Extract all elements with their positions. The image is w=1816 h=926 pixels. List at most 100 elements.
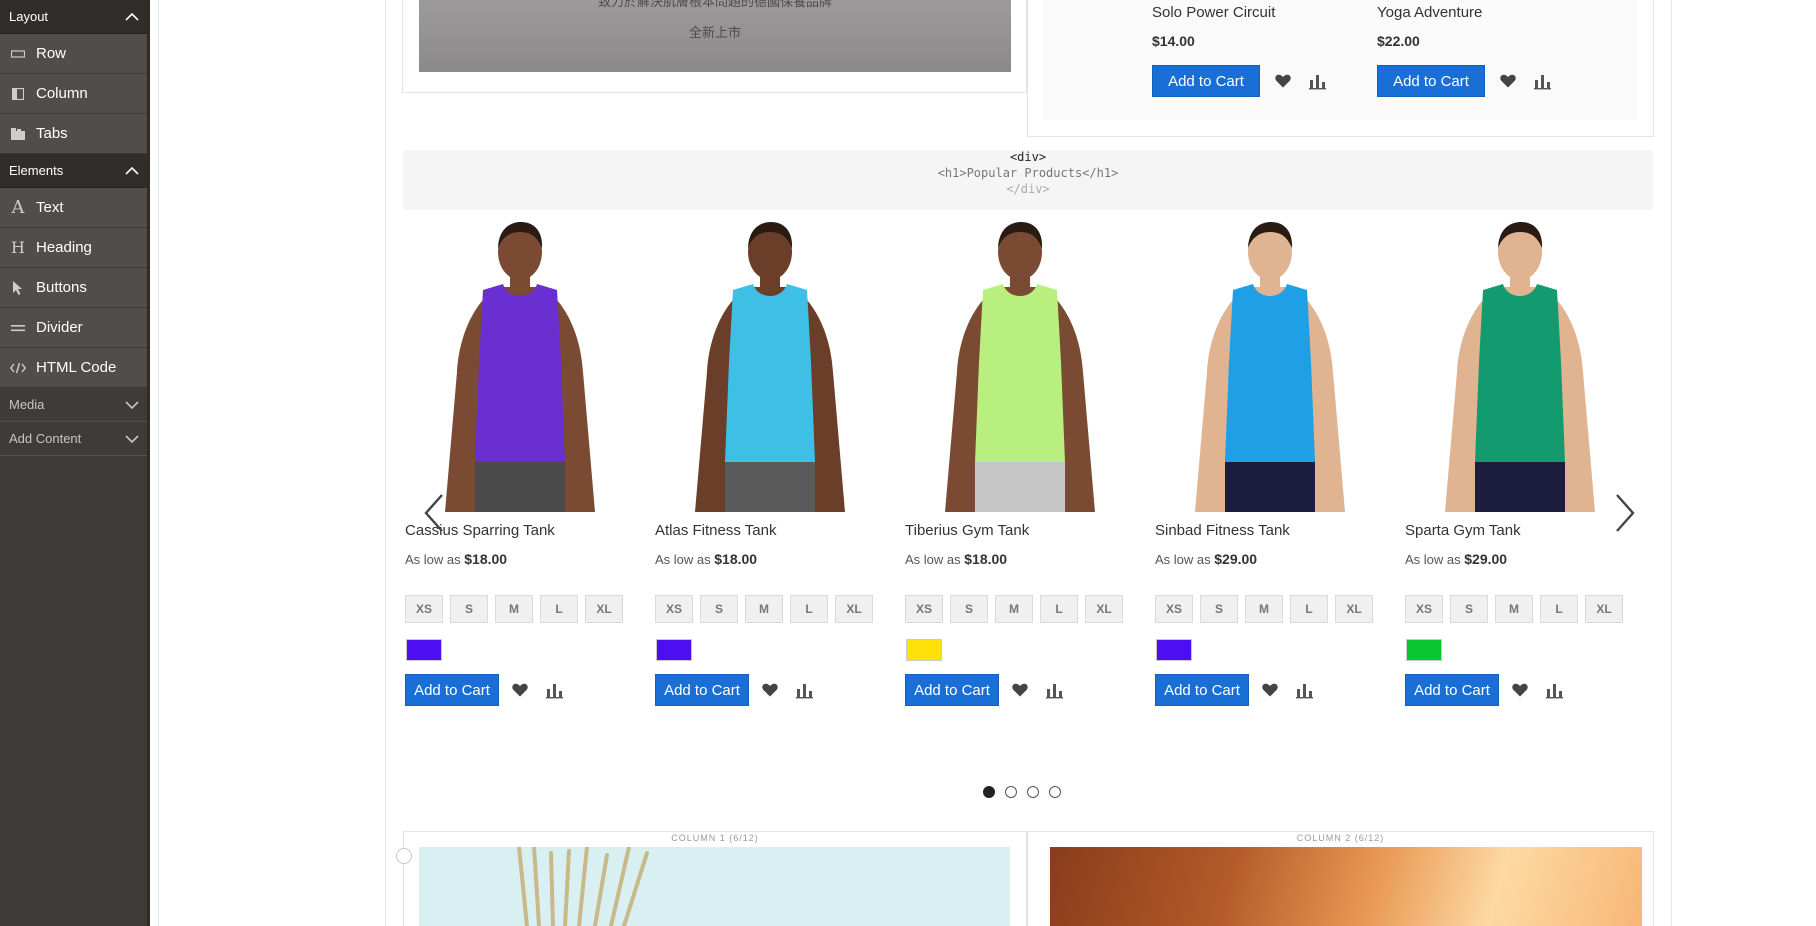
divider-icon: [0, 323, 36, 333]
size-option[interactable]: L: [540, 595, 578, 623]
sidebar-item-buttons[interactable]: Buttons: [0, 268, 150, 308]
column-icon: [0, 87, 36, 100]
product-name[interactable]: Solo Power Circuit: [1152, 4, 1275, 21]
stage-border-left: [158, 0, 159, 926]
size-option[interactable]: S: [450, 595, 488, 623]
carousel-next-arrow-icon[interactable]: [1611, 491, 1639, 535]
html-code-line: <div>: [1009, 150, 1047, 164]
compare-icon[interactable]: [1309, 72, 1327, 90]
section-header-media[interactable]: Media: [0, 388, 150, 422]
size-option[interactable]: S: [1200, 595, 1238, 623]
wishlist-heart-icon[interactable]: [1499, 72, 1517, 90]
html-code-block[interactable]: <div> <h1>Popular Products</h1> </div>: [403, 150, 1653, 210]
size-option[interactable]: S: [950, 595, 988, 623]
text-icon: A: [11, 196, 25, 218]
size-option[interactable]: L: [790, 595, 828, 623]
product-price: As low as $29.00: [1405, 551, 1507, 567]
size-option[interactable]: M: [995, 595, 1033, 623]
bamboo-sticks-image: [517, 847, 649, 926]
size-option[interactable]: M: [495, 595, 533, 623]
wishlist-heart-icon[interactable]: [1511, 681, 1529, 699]
wishlist-heart-icon[interactable]: [1011, 681, 1029, 699]
product-price: As low as $18.00: [905, 551, 1007, 567]
color-swatch[interactable]: [1156, 639, 1192, 661]
size-option[interactable]: XS: [405, 595, 443, 623]
carousel-dot[interactable]: [983, 786, 995, 798]
price-prefix: As low as: [405, 552, 461, 567]
size-option[interactable]: XL: [1085, 595, 1123, 623]
size-option[interactable]: M: [1245, 595, 1283, 623]
size-option[interactable]: XL: [585, 595, 623, 623]
size-option[interactable]: XS: [905, 595, 943, 623]
size-option[interactable]: L: [1540, 595, 1578, 623]
compare-icon[interactable]: [796, 681, 814, 699]
add-to-cart-button[interactable]: Add to Cart: [1152, 65, 1260, 97]
product-name[interactable]: Sparta Gym Tank: [1405, 522, 1521, 539]
size-option[interactable]: M: [745, 595, 783, 623]
sidebar-item-heading[interactable]: H Heading: [0, 228, 150, 268]
size-option[interactable]: S: [1450, 595, 1488, 623]
size-option[interactable]: M: [1495, 595, 1533, 623]
compare-icon[interactable]: [546, 681, 564, 699]
carousel-prev-arrow-icon[interactable]: [420, 491, 448, 535]
product-image[interactable]: [1155, 212, 1385, 512]
size-option[interactable]: L: [1290, 595, 1328, 623]
section-header-layout[interactable]: Layout: [0, 0, 150, 34]
size-option[interactable]: L: [1040, 595, 1078, 623]
sidebar-item-html-code[interactable]: HTML Code: [0, 348, 150, 388]
size-option[interactable]: XS: [1405, 595, 1443, 623]
price-value: $18.00: [714, 551, 758, 567]
wishlist-heart-icon[interactable]: [1261, 681, 1279, 699]
add-to-cart-button[interactable]: Add to Cart: [655, 674, 749, 706]
color-swatch[interactable]: [406, 639, 442, 661]
wishlist-heart-icon[interactable]: [761, 681, 779, 699]
sidebar-item-divider[interactable]: Divider: [0, 308, 150, 348]
promo-banner-image[interactable]: 致力於解決肌膚根本問題的德國保養品牌 全新上市: [419, 0, 1011, 72]
product-name[interactable]: Atlas Fitness Tank: [655, 522, 776, 539]
color-swatch[interactable]: [656, 639, 692, 661]
sidebar-item-row[interactable]: Row: [0, 34, 150, 74]
compare-icon[interactable]: [1296, 681, 1314, 699]
sidebar-item-text[interactable]: A Text: [0, 188, 150, 228]
size-option[interactable]: S: [700, 595, 738, 623]
sidebar-item-column[interactable]: Column: [0, 74, 150, 114]
section-header-elements[interactable]: Elements: [0, 154, 150, 188]
column-1-image[interactable]: [419, 847, 1010, 926]
column-2-image[interactable]: [1050, 847, 1642, 926]
sidebar-item-label: HTML Code: [36, 359, 117, 376]
compare-icon[interactable]: [1046, 681, 1064, 699]
product-name[interactable]: Sinbad Fitness Tank: [1155, 522, 1290, 539]
size-option[interactable]: XS: [1155, 595, 1193, 623]
stage-sidebar-panel: Layout Row Column Tabs Elements A Text H…: [0, 0, 150, 926]
move-handle-icon[interactable]: [396, 848, 412, 864]
product-image[interactable]: [905, 212, 1135, 512]
carousel-dot[interactable]: [1027, 786, 1039, 798]
add-to-cart-button[interactable]: Add to Cart: [1405, 674, 1499, 706]
product-image[interactable]: [405, 212, 635, 512]
product-name[interactable]: Yoga Adventure: [1377, 4, 1482, 21]
add-to-cart-button[interactable]: Add to Cart: [905, 674, 999, 706]
sidebar-item-label: Row: [36, 45, 67, 62]
size-option[interactable]: XL: [835, 595, 873, 623]
size-option[interactable]: XS: [655, 595, 693, 623]
size-option[interactable]: XL: [1585, 595, 1623, 623]
add-to-cart-button[interactable]: Add to Cart: [1155, 674, 1249, 706]
color-swatch[interactable]: [1406, 639, 1442, 661]
carousel-dot[interactable]: [1005, 786, 1017, 798]
product-image[interactable]: [1405, 212, 1635, 512]
add-to-cart-button[interactable]: Add to Cart: [405, 674, 499, 706]
heading-icon: H: [11, 237, 25, 257]
product-name[interactable]: Tiberius Gym Tank: [905, 522, 1029, 539]
section-header-add-content[interactable]: Add Content: [0, 422, 150, 456]
compare-icon[interactable]: [1534, 72, 1552, 90]
wishlist-heart-icon[interactable]: [1274, 72, 1292, 90]
size-option[interactable]: XL: [1335, 595, 1373, 623]
wishlist-heart-icon[interactable]: [511, 681, 529, 699]
compare-icon[interactable]: [1546, 681, 1564, 699]
sidebar-item-tabs[interactable]: Tabs: [0, 114, 150, 154]
add-to-cart-button[interactable]: Add to Cart: [1377, 65, 1485, 97]
color-swatch[interactable]: [906, 639, 942, 661]
product-image[interactable]: [655, 212, 885, 512]
product-price: As low as $18.00: [655, 551, 757, 567]
carousel-dot[interactable]: [1049, 786, 1061, 798]
